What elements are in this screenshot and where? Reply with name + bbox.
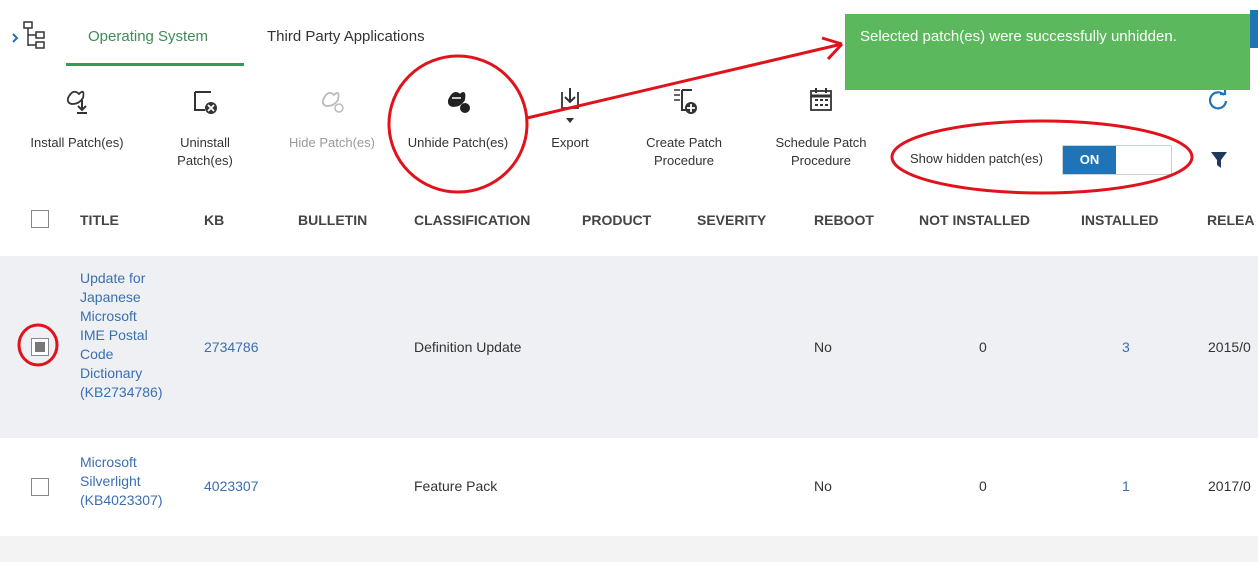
title-line: Update for: [80, 270, 146, 286]
show-hidden-patches-control: Show hidden patch(es) ON: [910, 145, 1172, 175]
title-line: Microsoft: [80, 454, 137, 470]
install-patch-button[interactable]: Install Patch(es): [18, 86, 136, 152]
table-row-partial: [0, 536, 1258, 562]
kb-link[interactable]: 4023307: [204, 478, 259, 494]
column-header-installed[interactable]: INSTALLED: [1081, 212, 1159, 228]
tab-operating-system[interactable]: Operating System: [88, 28, 208, 45]
classification-cell: Feature Pack: [414, 478, 498, 494]
show-hidden-patches-label: Show hidden patch(es): [910, 151, 1043, 166]
create-patch-procedure-label-2: Procedure: [654, 153, 714, 168]
release-date-cell: 2015/0: [1208, 339, 1251, 355]
column-header-bulletin[interactable]: BULLETIN: [298, 212, 367, 228]
toast-message: Selected patch(es) were successfully unh…: [860, 28, 1177, 45]
column-header-not-installed[interactable]: NOT INSTALLED: [919, 212, 1030, 228]
filter-icon[interactable]: [1210, 150, 1228, 170]
patch-title-link[interactable]: Microsoft Silverlight (KB4023307): [80, 453, 190, 510]
schedule-patch-procedure-label-1: Schedule Patch: [775, 135, 867, 150]
column-header-classification[interactable]: CLASSIFICATION: [414, 212, 530, 228]
installed-count-link[interactable]: 1: [1122, 478, 1130, 494]
column-header-release[interactable]: RELEA: [1207, 212, 1254, 228]
create-procedure-icon: [674, 89, 697, 114]
table-row[interactable]: Microsoft Silverlight (KB4023307) 402330…: [0, 438, 1258, 536]
select-all-checkbox[interactable]: [31, 210, 49, 228]
create-patch-procedure-button[interactable]: Create Patch Procedure: [632, 86, 736, 170]
kb-link[interactable]: 2734786: [204, 339, 259, 355]
panel-edge-icon: [1250, 10, 1258, 48]
refresh-icon[interactable]: [1206, 88, 1230, 112]
uninstall-patch-button[interactable]: Uninstall Patch(es): [160, 86, 250, 170]
create-patch-procedure-label-1: Create Patch: [646, 135, 722, 150]
reboot-cell: No: [814, 478, 832, 494]
title-line: Dictionary: [80, 365, 143, 381]
row-checkbox[interactable]: [31, 338, 49, 356]
title-line: Japanese: [80, 289, 141, 305]
schedule-patch-procedure-label-2: Procedure: [791, 153, 851, 168]
hide-patch-icon: [321, 91, 344, 113]
export-icon: [561, 88, 579, 123]
schedule-procedure-icon: [810, 88, 832, 111]
not-installed-cell: 0: [979, 339, 987, 355]
success-toast: Selected patch(es) were successfully unh…: [845, 14, 1250, 90]
column-header-product[interactable]: PRODUCT: [582, 212, 651, 228]
title-line: (KB4023307): [80, 492, 163, 508]
export-label: Export: [551, 135, 589, 150]
title-line: Microsoft: [80, 308, 137, 324]
column-header-title[interactable]: TITLE: [80, 212, 119, 228]
tree-icon[interactable]: [10, 20, 50, 50]
title-line: IME Postal: [80, 327, 148, 343]
column-header-kb[interactable]: KB: [204, 212, 224, 228]
install-patch-icon: [66, 90, 87, 114]
title-line: Code: [80, 346, 114, 362]
row-checkbox[interactable]: [31, 478, 49, 496]
installed-count-link[interactable]: 3: [1122, 339, 1130, 355]
uninstall-patch-label-1: Uninstall: [180, 135, 230, 150]
title-line: Silverlight: [80, 473, 141, 489]
active-tab-indicator: [66, 63, 244, 66]
classification-cell: Definition Update: [414, 339, 522, 355]
schedule-patch-procedure-button[interactable]: Schedule Patch Procedure: [764, 86, 878, 170]
patch-title-link[interactable]: Update for Japanese Microsoft IME Postal…: [80, 269, 190, 402]
not-installed-cell: 0: [979, 478, 987, 494]
column-header-reboot[interactable]: REBOOT: [814, 212, 874, 228]
hide-patch-button[interactable]: Hide Patch(es): [280, 86, 384, 152]
install-patch-label: Install Patch(es): [30, 135, 124, 150]
uninstall-patch-icon: [194, 91, 217, 114]
show-hidden-patches-toggle[interactable]: ON: [1062, 145, 1172, 175]
tab-third-party-applications[interactable]: Third Party Applications: [267, 28, 425, 45]
column-header-severity[interactable]: SEVERITY: [697, 212, 766, 228]
reboot-cell: No: [814, 339, 832, 355]
unhide-patch-icon: [447, 91, 470, 113]
title-line: (KB2734786): [80, 384, 163, 400]
hide-patch-label: Hide Patch(es): [289, 135, 375, 150]
export-button[interactable]: Export: [540, 86, 600, 152]
unhide-patch-button[interactable]: Unhide Patch(es): [400, 86, 516, 152]
unhide-patch-label: Unhide Patch(es): [407, 135, 509, 150]
table-row[interactable]: Update for Japanese Microsoft IME Postal…: [0, 256, 1258, 438]
toggle-on-state: ON: [1063, 146, 1116, 174]
uninstall-patch-label-2: Patch(es): [177, 153, 233, 168]
release-date-cell: 2017/0: [1208, 478, 1251, 494]
